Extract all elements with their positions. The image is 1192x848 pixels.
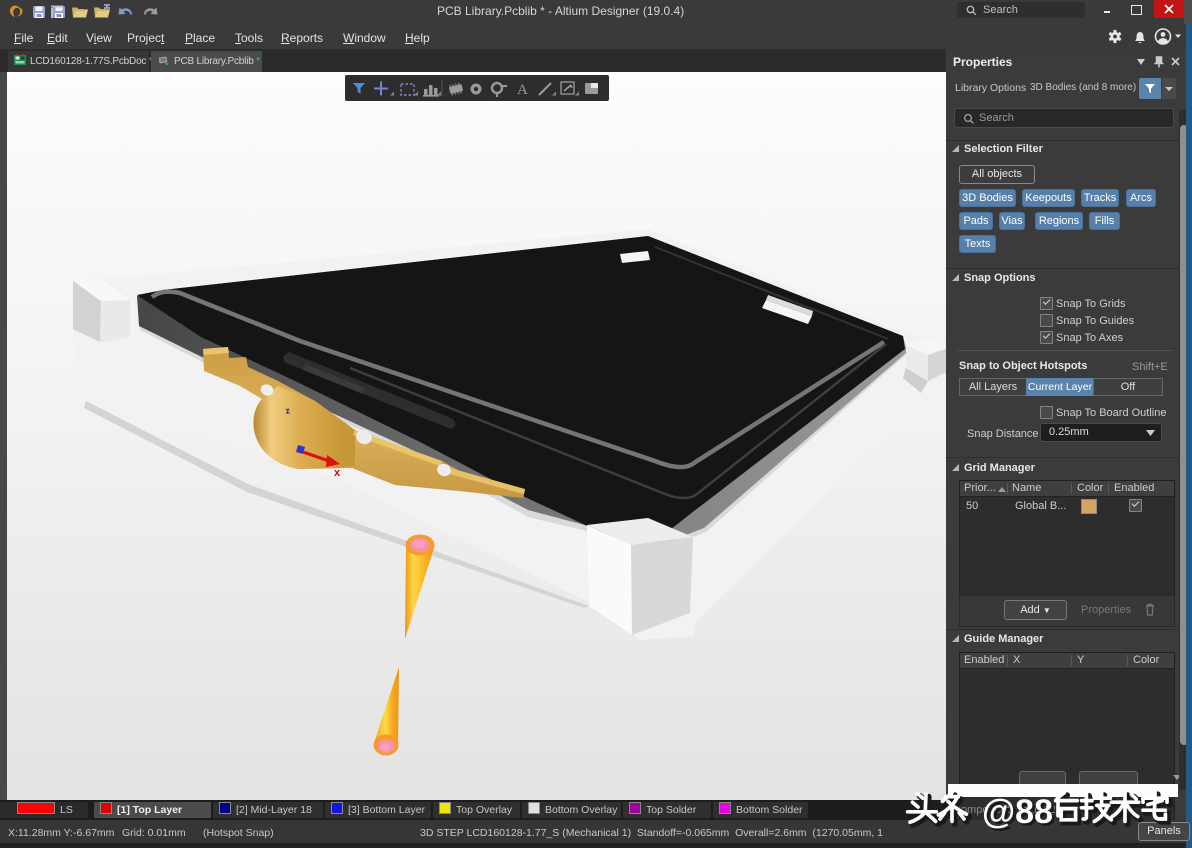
svg-text:@88: @88 xyxy=(982,793,1053,831)
svg-text:x: x xyxy=(334,467,341,479)
svg-text:A: A xyxy=(517,82,528,98)
